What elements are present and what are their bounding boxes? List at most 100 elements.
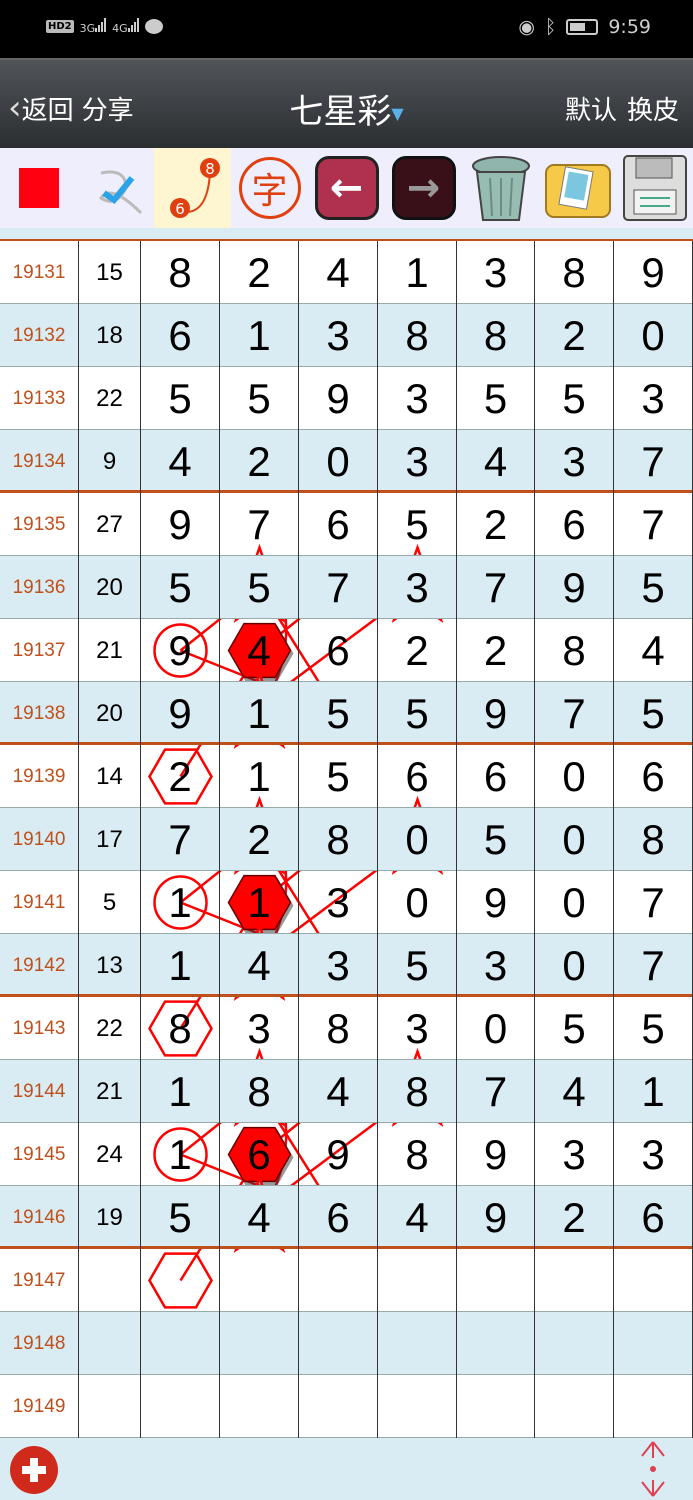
check-icon (98, 170, 142, 215)
digit-cell: 0 (378, 871, 457, 934)
red-square-button[interactable] (0, 148, 77, 228)
svg-text:8: 8 (205, 160, 215, 178)
digit-cell: 3 (378, 367, 457, 430)
digit-cell: 4 (614, 619, 693, 682)
table-row: 19140 17 7 2 8 0 5 0 8 (0, 808, 693, 871)
digit-cell: 4 (535, 1060, 614, 1123)
character-button[interactable]: 字 (231, 148, 308, 228)
digit-cell: 9 (141, 682, 220, 745)
issue-number: 19140 (0, 808, 79, 871)
digit-cell: 4 (299, 241, 378, 304)
digit-sum: 22 (79, 997, 141, 1060)
digit-cell (614, 1312, 693, 1375)
digit-cell: 0 (457, 997, 535, 1060)
hd-icon: HD2 (46, 20, 74, 33)
digit-cell: 7 (141, 808, 220, 871)
trash-icon (471, 156, 530, 221)
digit-cell: 9 (457, 1123, 535, 1186)
digit-cell: 3 (299, 934, 378, 997)
digit-cell (378, 1249, 457, 1312)
digit-cell: 8 (141, 997, 220, 1060)
issue-number: 19131 (0, 241, 79, 304)
digit-cell: 2 (378, 619, 457, 682)
digit-cell (614, 1375, 693, 1438)
page-title: 七星彩 (289, 92, 392, 132)
digit-cell: 9 (535, 556, 614, 619)
digit-cell: 6 (457, 745, 535, 808)
signal-3g-icon: 3G (80, 18, 107, 35)
table-row: 19134 9 4 2 0 3 4 3 7 (0, 430, 693, 493)
issue-number: 19138 (0, 682, 79, 745)
digit-cell: 9 (457, 682, 535, 745)
digit-cell: 7 (614, 934, 693, 997)
digit-cell: 4 (141, 430, 220, 493)
digit-cell: 8 (535, 619, 614, 682)
digit-cell: 8 (378, 304, 457, 367)
next-button[interactable]: → (385, 148, 462, 228)
trash-button[interactable] (462, 148, 539, 228)
digit-cell: 8 (141, 241, 220, 304)
digit-sum: 5 (79, 871, 141, 934)
skin-button[interactable]: 换皮 (627, 90, 679, 127)
issue-number: 19147 (0, 1249, 79, 1312)
digit-cell: 3 (378, 430, 457, 493)
digit-sum: 13 (79, 934, 141, 997)
digit-cell (141, 1375, 220, 1438)
connect-button[interactable]: 68 (154, 148, 231, 228)
digit-cell: 6 (220, 1123, 299, 1186)
digit-sum (79, 1375, 141, 1438)
check-button[interactable] (77, 148, 154, 228)
digit-sum: 19 (79, 1186, 141, 1249)
digit-cell: 1 (141, 871, 220, 934)
digit-cell: 4 (378, 1186, 457, 1249)
digit-cell: 3 (457, 934, 535, 997)
digit-cell: 1 (141, 1123, 220, 1186)
status-bar: HD2 3G 4G ◉ ᛒ 9:59 (0, 0, 693, 58)
digit-cell: 5 (299, 682, 378, 745)
default-button[interactable]: 默认 (565, 90, 617, 127)
digit-cell: 2 (220, 808, 299, 871)
digit-cell: 5 (535, 997, 614, 1060)
digit-cell: 7 (614, 430, 693, 493)
digit-cell: 7 (457, 556, 535, 619)
digit-cell: 2 (457, 619, 535, 682)
bluetooth-icon: ᛒ (544, 16, 557, 38)
digit-cell: 5 (378, 682, 457, 745)
digit-cell: 9 (457, 871, 535, 934)
table-row: 19146 19 5 4 6 4 9 2 6 (0, 1186, 693, 1249)
digit-cell (141, 1249, 220, 1312)
table-row: 19137 21 9 4 6 2 2 8 4 (0, 619, 693, 682)
issue-number: 19145 (0, 1123, 79, 1186)
digit-cell: 3 (299, 304, 378, 367)
digit-cell: 0 (535, 745, 614, 808)
digit-cell: 1 (220, 304, 299, 367)
digit-cell: 5 (457, 367, 535, 430)
digit-cell: 6 (614, 745, 693, 808)
table-row: 19135 27 9 7 6 5 2 6 7 (0, 493, 693, 556)
issue-number: 19148 (0, 1312, 79, 1375)
issue-number: 19137 (0, 619, 79, 682)
issue-number: 19135 (0, 493, 79, 556)
digit-cell: 2 (141, 745, 220, 808)
digit-cell: 7 (535, 682, 614, 745)
digit-sum (79, 1312, 141, 1375)
bottom-bar (0, 1437, 693, 1500)
digit-cell: 1 (378, 241, 457, 304)
digit-cell: 2 (220, 430, 299, 493)
digit-cell: 2 (535, 304, 614, 367)
digit-cell: 0 (614, 304, 693, 367)
save-button[interactable] (616, 148, 693, 228)
add-button[interactable] (10, 1446, 58, 1494)
red-square-icon (18, 168, 59, 208)
previous-button[interactable]: ← (308, 148, 385, 228)
digit-sum: 21 (79, 1060, 141, 1123)
digit-cell: 8 (535, 241, 614, 304)
photo-button[interactable] (539, 148, 616, 228)
digit-cell: 6 (614, 1186, 693, 1249)
digit-cell: 5 (614, 682, 693, 745)
digit-cell: 0 (299, 430, 378, 493)
digit-cell (457, 1375, 535, 1438)
up-down-arrows-icon[interactable] (638, 1440, 668, 1498)
digit-cell: 3 (535, 430, 614, 493)
digit-cell: 5 (141, 1186, 220, 1249)
